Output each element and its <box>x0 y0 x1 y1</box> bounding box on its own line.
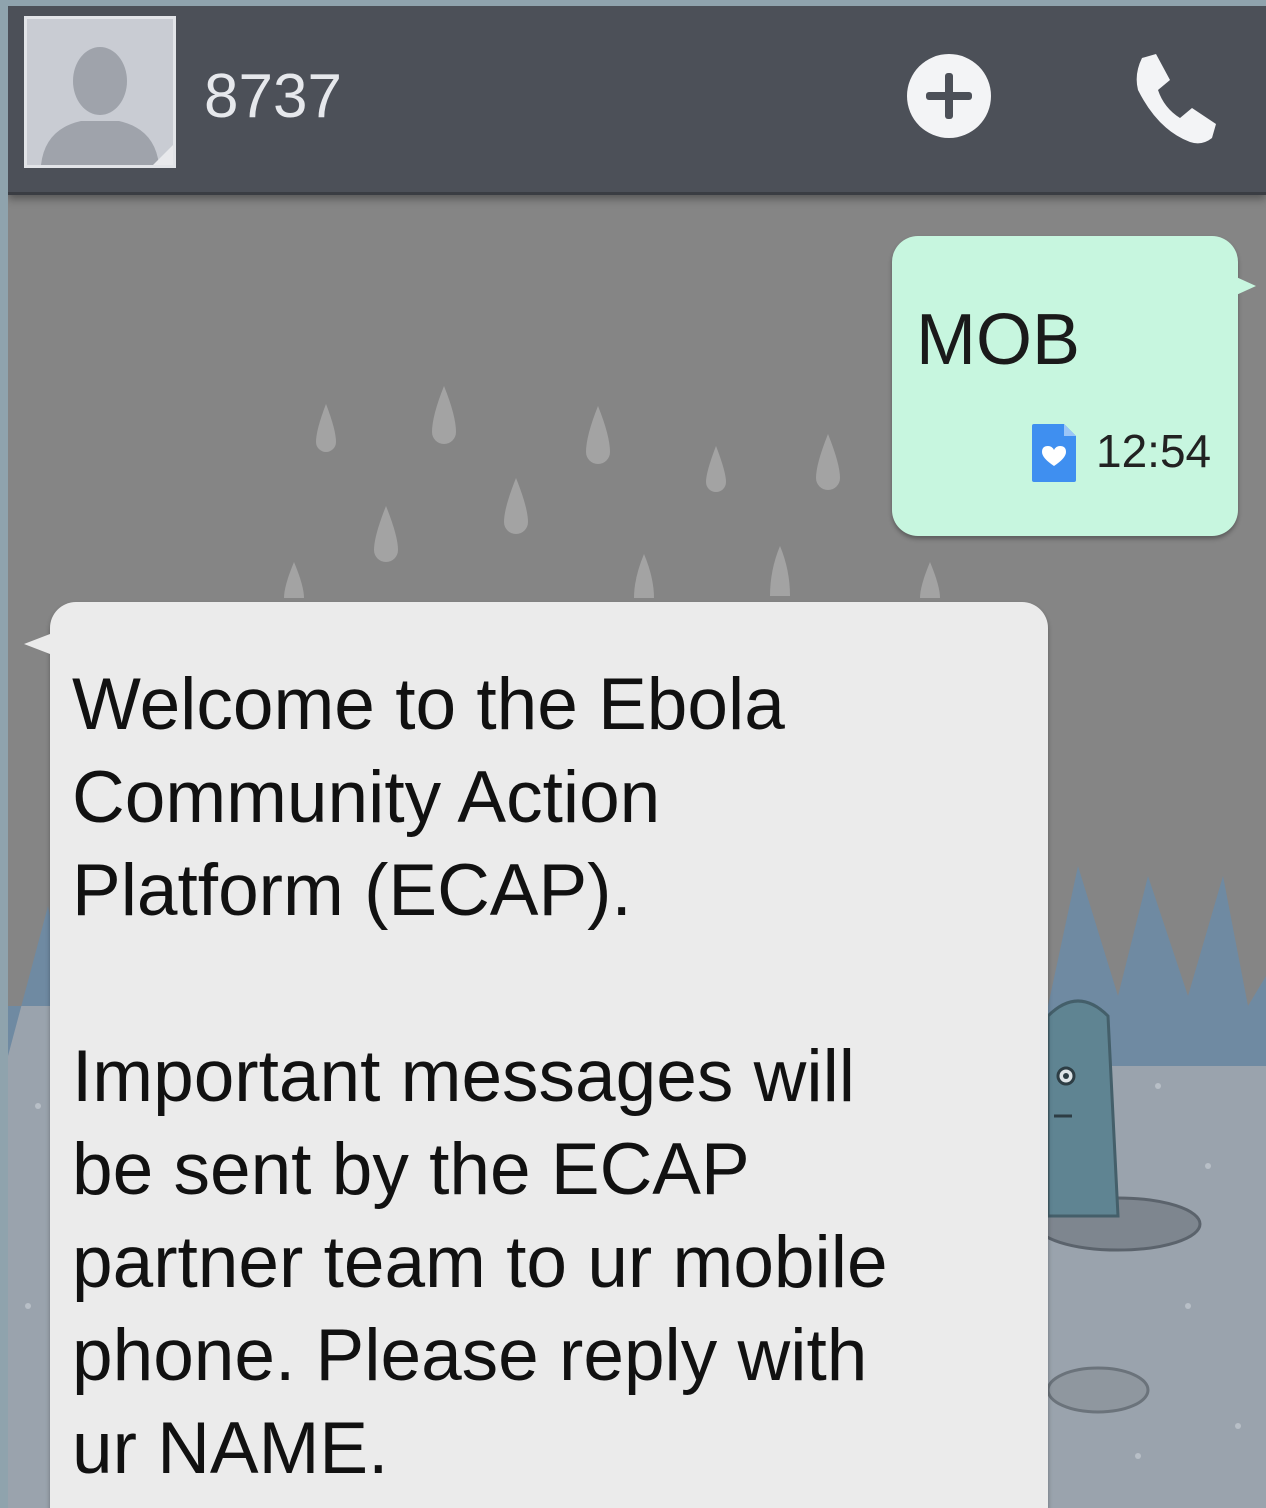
contact-avatar[interactable] <box>24 16 176 168</box>
message-text: MOB <box>916 300 1081 380</box>
conversation-header: 8737 <box>8 6 1266 195</box>
contact-number: 8737 <box>204 62 342 131</box>
bubble-tail <box>1234 276 1256 296</box>
add-contact-button[interactable] <box>904 51 994 141</box>
message-timestamp: 12:54 <box>1096 425 1212 477</box>
conversation-screen: 8737 MOB 12:54 Welcome to the Ebola Comm… <box>8 6 1266 1508</box>
phone-icon <box>1136 54 1216 144</box>
call-button[interactable] <box>1120 48 1220 148</box>
received-message-bubble[interactable]: Welcome to the Ebola Community Action Pl… <box>24 602 1048 1508</box>
message-text: Welcome to the Ebola Community Action Pl… <box>72 664 888 1489</box>
contact-silhouette-icon <box>27 19 173 165</box>
bubble-tail <box>24 634 50 654</box>
monster-figure <box>1046 999 1120 1218</box>
sent-message-bubble[interactable]: MOB 12:54 <box>892 236 1256 536</box>
plus-circle-icon <box>907 54 991 138</box>
sms-delivered-icon <box>1032 424 1076 482</box>
